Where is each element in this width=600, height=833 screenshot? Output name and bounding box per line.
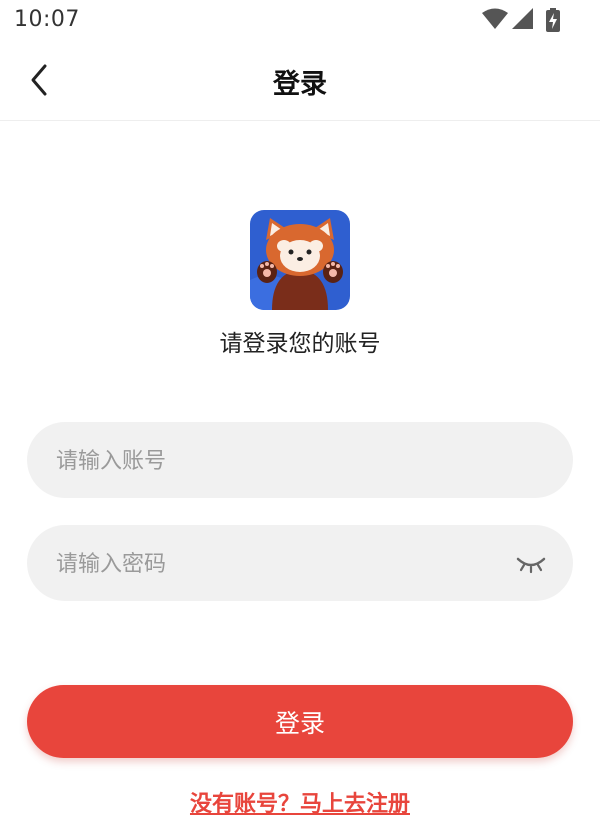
page-title: 登录 [273,69,327,100]
password-field [27,525,573,603]
red-panda-logo [250,210,350,310]
status-time: 10:07 [14,7,80,32]
battery-charging-icon [546,8,560,32]
app-header: 登录 [0,40,600,121]
login-button[interactable]: 登录 [27,685,573,758]
password-input[interactable] [54,525,518,603]
status-bar: 10:07 [0,0,600,40]
eye-closed-icon [516,557,546,574]
login-subtitle: 请登录您的账号 [219,331,381,357]
account-input[interactable] [54,422,518,500]
account-field [27,422,573,500]
password-visibility-toggle[interactable] [515,551,547,575]
register-link[interactable]: 没有账号？马上去注册 [0,786,600,818]
cellular-signal-icon [512,8,533,29]
wifi-icon [482,8,508,29]
app-logo-avatar [250,210,350,310]
